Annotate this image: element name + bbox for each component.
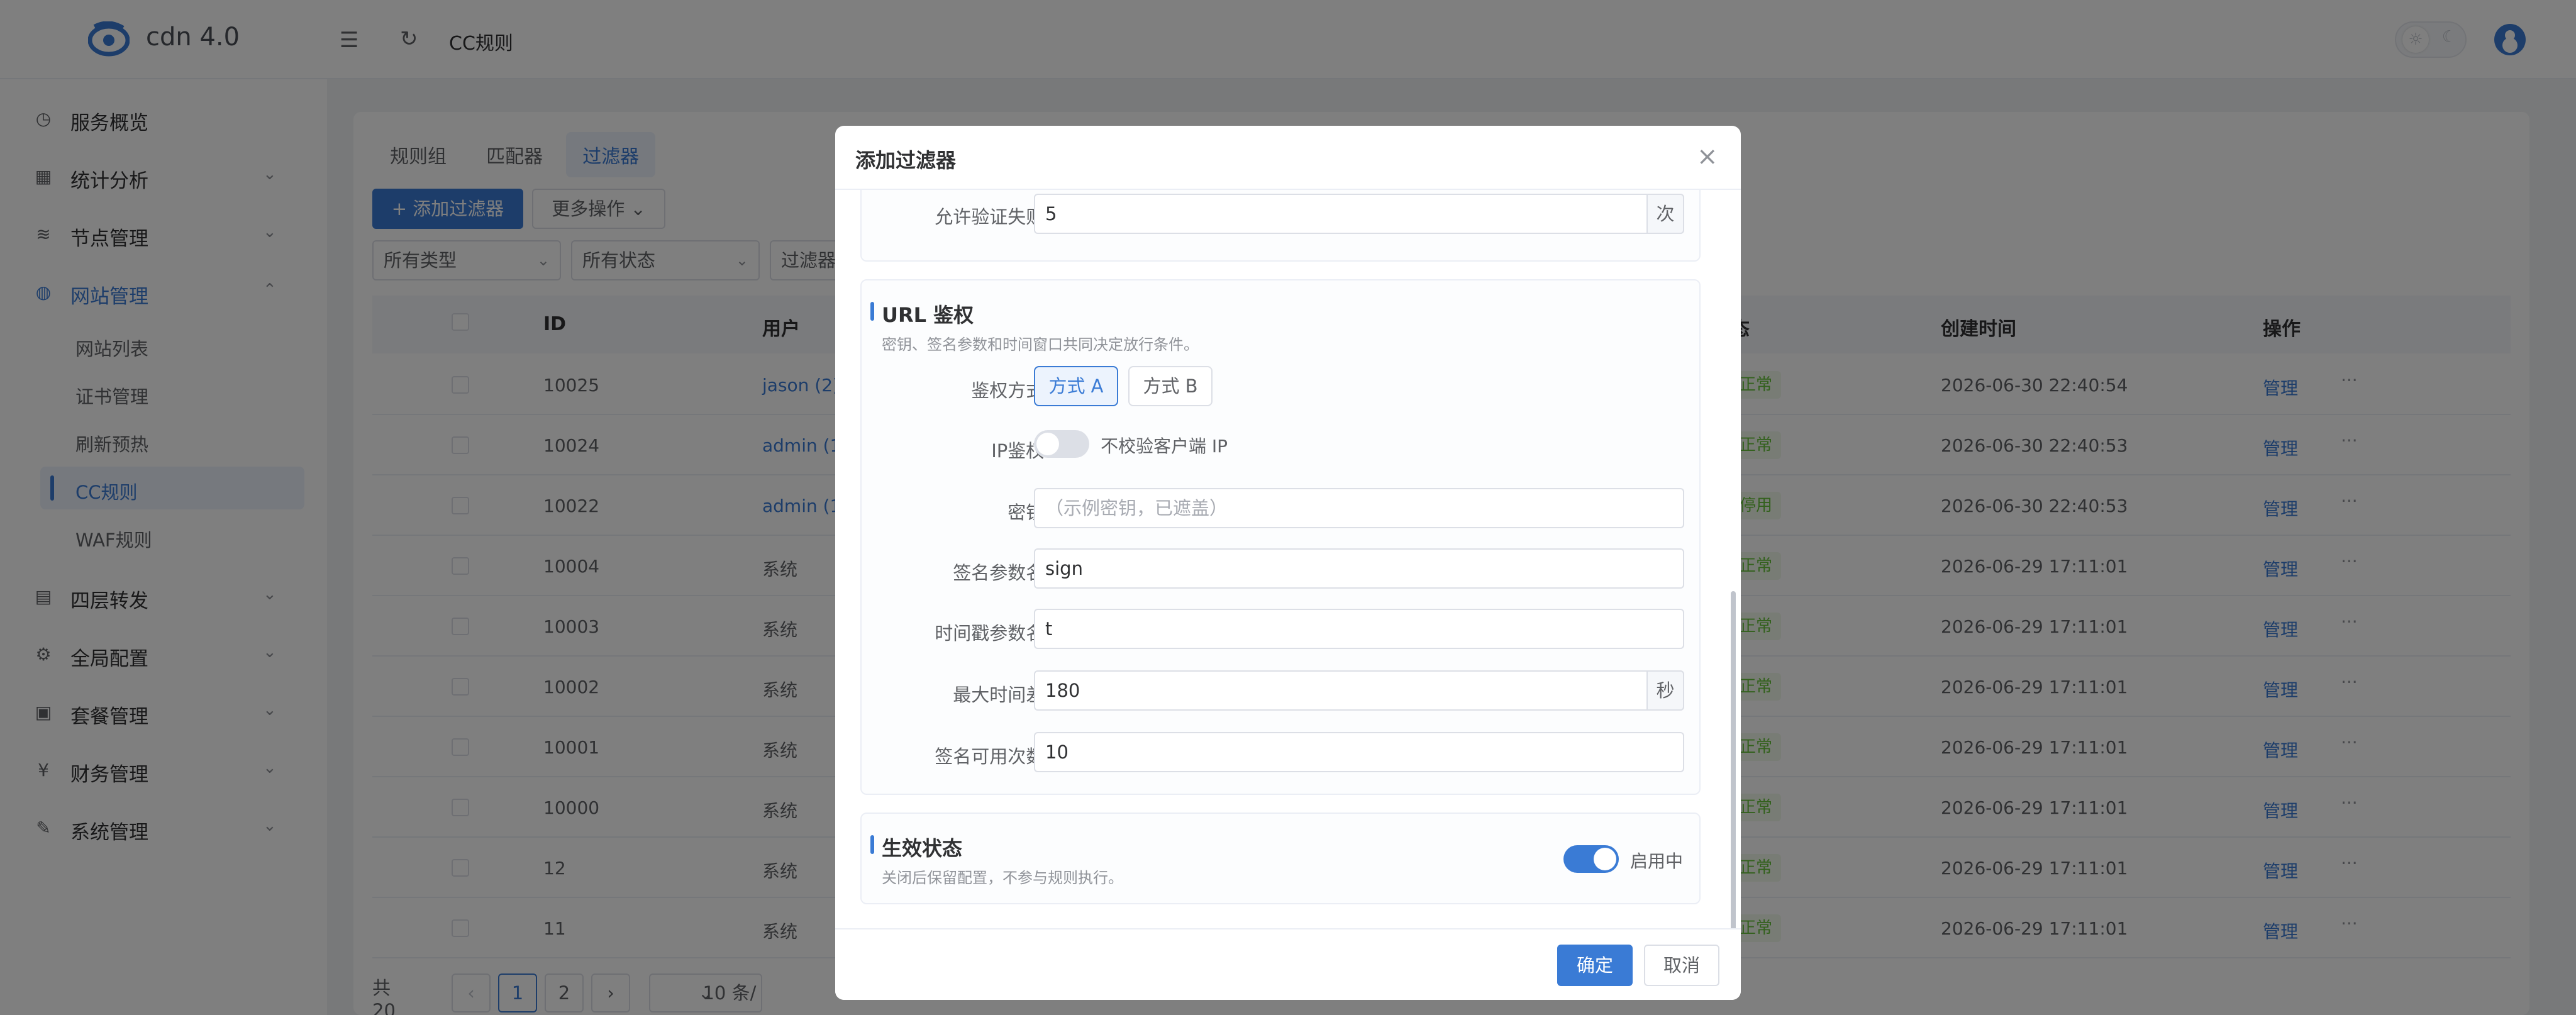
ip-auth-toggle[interactable] — [1034, 430, 1089, 458]
dialog-footer: 确定 取消 — [835, 928, 1741, 1000]
allow-fail-label: 允许验证失败: — [935, 206, 1050, 228]
enabled-toggle[interactable] — [1563, 845, 1619, 873]
auth-method-label: 鉴权方式: — [971, 380, 1050, 401]
secret-input[interactable]: （示例密钥，已遮盖） — [1034, 488, 1684, 528]
ip-auth-toggle-text: 不校验客户端 IP — [1101, 436, 1228, 457]
url-auth-desc: 密钥、签名参数和时间窗口共同决定放行条件。 — [882, 336, 1199, 353]
max-time-diff-suffix: 秒 — [1646, 670, 1684, 711]
verify-section: 允许验证失败: 5 次 — [860, 190, 1701, 262]
max-time-diff-input[interactable]: 180 秒 — [1034, 670, 1684, 711]
auth-method-b-button[interactable]: 方式 B — [1128, 366, 1213, 406]
status-section: 生效状态 关闭后保留配置，不参与规则执行。 启用中 — [860, 813, 1701, 904]
auth-method-a-button[interactable]: 方式 A — [1034, 366, 1118, 406]
sign-param-label: 签名参数名: — [953, 562, 1050, 584]
usage-count-label: 签名可用次数: — [935, 746, 1050, 767]
ip-auth-label: IP鉴权: — [991, 440, 1050, 462]
status-title: 生效状态 — [870, 833, 962, 862]
close-icon[interactable]: × — [1697, 142, 1718, 171]
dialog-scrollbar[interactable] — [1731, 591, 1736, 981]
max-time-diff-label: 最大时间差: — [953, 684, 1050, 706]
sign-param-value: sign — [1045, 558, 1083, 579]
timestamp-param-input[interactable]: t — [1034, 609, 1684, 649]
url-auth-section: URL 鉴权 密钥、签名参数和时间窗口共同决定放行条件。 鉴权方式: 方式 A … — [860, 279, 1701, 795]
dialog-body: 允许验证失败: 5 次 URL 鉴权 密钥、签名参数和时间窗口共同决定放行条件。… — [835, 190, 1741, 928]
timestamp-param-label: 时间戳参数名: — [935, 623, 1050, 644]
confirm-button[interactable]: 确定 — [1557, 945, 1633, 986]
dialog-header: 添加过滤器 × — [835, 126, 1741, 190]
allow-fail-suffix: 次 — [1646, 194, 1684, 234]
allow-fail-input[interactable]: 5 次 — [1034, 194, 1684, 234]
status-desc: 关闭后保留配置，不参与规则执行。 — [882, 869, 1123, 887]
allow-fail-value: 5 — [1045, 203, 1057, 225]
max-time-diff-value: 180 — [1045, 680, 1080, 701]
url-auth-title: URL 鉴权 — [870, 299, 974, 328]
sign-param-input[interactable]: sign — [1034, 548, 1684, 589]
dialog-title: 添加过滤器 — [855, 148, 957, 172]
secret-placeholder: （示例密钥，已遮盖） — [1045, 497, 1228, 519]
timestamp-param-value: t — [1045, 618, 1053, 640]
secret-label: 密钥: — [1008, 502, 1050, 523]
usage-count-input[interactable]: 10 — [1034, 732, 1684, 772]
enabled-toggle-text: 启用中 — [1630, 851, 1684, 872]
cancel-button[interactable]: 取消 — [1644, 945, 1719, 986]
usage-count-value: 10 — [1045, 741, 1069, 763]
add-filter-dialog: 添加过滤器 × 允许验证失败: 5 次 URL 鉴权 密钥、签名参数和时间窗口共… — [835, 126, 1741, 1000]
